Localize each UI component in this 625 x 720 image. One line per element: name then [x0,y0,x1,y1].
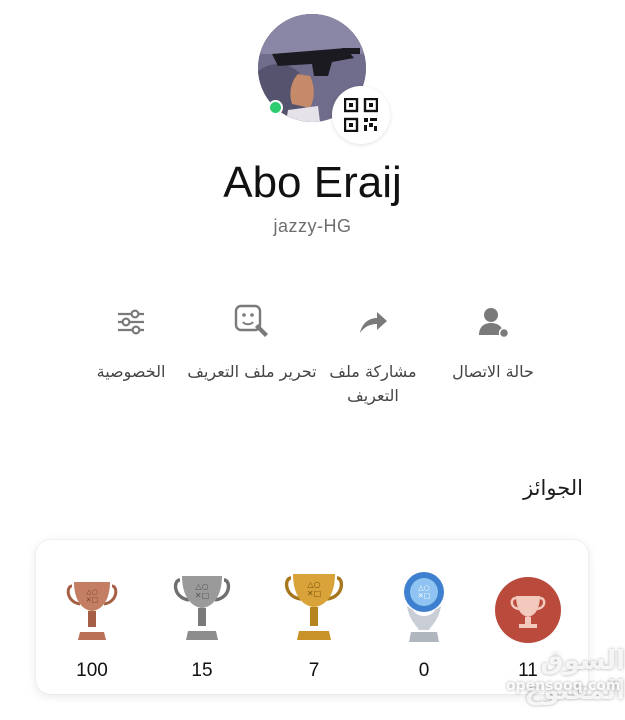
bronze-count: 100 [76,660,108,681]
person-status-icon [479,308,510,339]
svg-text:✕□: ✕□ [195,591,209,600]
silver-count: 15 [191,660,213,681]
svg-text:△○: △○ [307,580,320,589]
trophies-title: الجوائز [523,476,583,500]
edit-profile-button[interactable]: تحرير ملف التعريف [187,300,317,384]
share-profile-label: مشاركة ملف التعريف [329,362,417,405]
svg-text:△○: △○ [195,582,208,591]
bronze-trophy: △○ ✕□ 100 [52,564,132,682]
watermark-url: opensooq.com [506,678,621,694]
online-status-label: حالة الاتصال [452,362,534,381]
silver-trophy-icon: △○ ✕□ [173,576,231,640]
privacy-label: الخصوصية [96,362,166,381]
edit-profile-label: تحرير ملف التعريف [187,362,317,381]
svg-text:✕□: ✕□ [86,596,98,604]
bronze-trophy-icon: △○ ✕□ [66,582,118,640]
watermark-logo: السوق المفتوح [524,646,625,706]
profile-name: Abo Eraij [223,158,402,207]
privacy-button[interactable]: الخصوصية [66,300,196,384]
gold-trophy-icon: △○ ✕□ [284,574,344,640]
gold-trophy: △○ ✕□ 7 [274,564,354,682]
svg-text:△○: △○ [418,584,430,592]
share-profile-button[interactable]: مشاركة ملف التعريف [308,300,438,408]
svg-text:△○: △○ [86,588,98,596]
edit-face-icon [234,304,268,337]
sliders-icon [118,309,144,335]
qr-code-icon [344,98,378,132]
silver-trophy: △○ ✕□ 15 [162,564,242,682]
profile-handle: jazzy-HG [273,216,352,236]
trophy-level-icon [495,577,561,643]
share-arrow-icon [360,312,387,333]
platinum-trophy-icon: △○ ✕□ [404,572,444,642]
online-status-dot [268,100,283,115]
qr-code-button[interactable] [332,86,390,144]
svg-text:✕□: ✕□ [307,589,321,598]
svg-text:✕□: ✕□ [418,592,430,600]
online-status-button[interactable]: حالة الاتصال [428,300,558,384]
gold-count: 7 [308,660,320,681]
